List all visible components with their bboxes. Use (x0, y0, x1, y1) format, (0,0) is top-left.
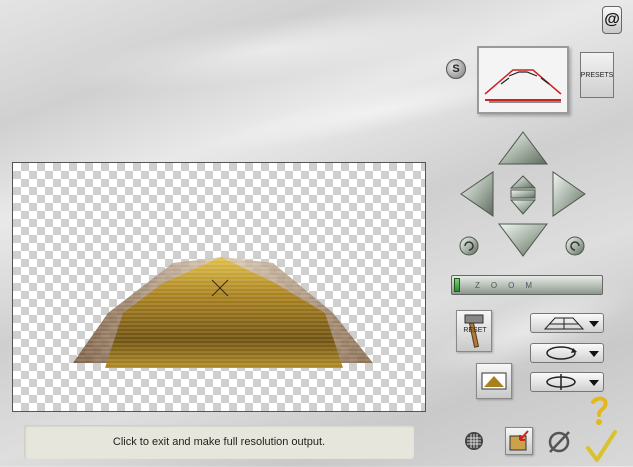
zoom-slider-thumb[interactable] (454, 278, 460, 292)
arrow-up-icon[interactable] (498, 131, 548, 165)
stairs-preview-image (73, 257, 373, 368)
spin-axis-icon (546, 374, 599, 390)
mini-preview[interactable] (477, 46, 569, 114)
cancel-icon[interactable] (545, 428, 573, 456)
center-toggle-icon[interactable] (509, 175, 537, 215)
rotate-ellipse-icon (546, 346, 599, 360)
reset-label: RESET (463, 327, 487, 334)
arrow-down-icon[interactable] (498, 223, 548, 257)
perspective-dropdown[interactable] (530, 313, 604, 333)
preview-canvas[interactable] (12, 162, 426, 412)
presets-button[interactable]: PRESETS (580, 52, 614, 98)
rotate-ccw-icon[interactable] (459, 236, 479, 256)
ok-check-icon[interactable] (585, 410, 617, 462)
background-streak (57, 0, 483, 109)
grid-icon[interactable] (464, 431, 484, 451)
arrow-left-icon[interactable] (460, 171, 494, 217)
presets-label: PRESETS (580, 71, 614, 79)
rotate-cw-icon[interactable] (565, 236, 585, 256)
spin-dropdown[interactable] (530, 372, 604, 392)
background-image-button[interactable] (476, 363, 512, 399)
status-text: Click to exit and make full resolution o… (112, 436, 326, 448)
zoom-label: ZOOM (475, 280, 543, 290)
navigation-pad (459, 131, 586, 257)
landscape-thumbnail-icon (481, 372, 507, 390)
perspective-grid-icon (543, 317, 599, 330)
app-logo-icon[interactable]: @ (602, 6, 622, 34)
status-bar[interactable]: Click to exit and make full resolution o… (24, 425, 414, 459)
mini-preview-art (484, 69, 562, 103)
snapshot-button[interactable]: S (446, 59, 466, 79)
arrow-right-icon[interactable] (552, 171, 586, 217)
save-icon[interactable] (505, 427, 533, 455)
rotation-dropdown[interactable] (530, 343, 604, 363)
